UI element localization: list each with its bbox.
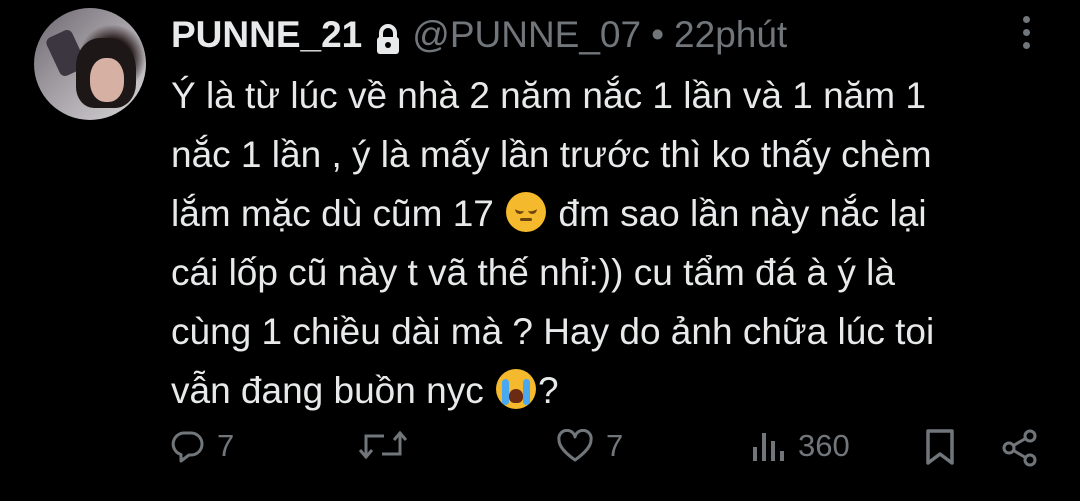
separator-dot: • (651, 14, 665, 55)
action-bar: 7 7 360 (0, 428, 1080, 478)
like-button[interactable]: 7 (556, 428, 623, 464)
like-icon (556, 429, 594, 463)
views-button[interactable]: 360 (750, 428, 850, 464)
post-text-line: Ý là từ lúc về nhà 2 năm nắc 1 lần và 1 … (171, 75, 926, 116)
lock-icon (374, 19, 402, 54)
repost-button[interactable] (356, 428, 422, 462)
share-button[interactable] (1000, 428, 1040, 468)
loudly-crying-face-emoji (495, 369, 536, 409)
disappointed-face-emoji (506, 192, 547, 232)
post-text-segment: lắm mặc dù cũm 17 (171, 193, 494, 234)
view-count: 360 (798, 428, 850, 463)
avatar-face (90, 58, 124, 102)
bookmark-icon (923, 428, 957, 466)
post-text-line: cái lốp cũ này t vã thế nhỉ:)) cu tẩm đá… (171, 252, 895, 293)
share-icon (1000, 428, 1040, 468)
user-handle[interactable]: @PUNNE_07 (412, 10, 641, 60)
post-text-line: nắc 1 lần , ý là mấy lần trước thì ko th… (171, 134, 932, 175)
reply-button[interactable]: 7 (171, 428, 234, 464)
post-header: PUNNE_21 @PUNNE_07 • 22phút (171, 10, 787, 60)
post-text-segment: ? (537, 370, 559, 411)
post-time[interactable]: 22phút (674, 10, 787, 60)
reply-icon (171, 429, 205, 463)
avatar[interactable] (34, 8, 146, 120)
views-icon (750, 429, 786, 463)
post-text-line: cùng 1 chiều dài mà ? Hay do ảnh chữa lú… (171, 311, 935, 352)
post-text: Ý là từ lúc về nhà 2 năm nắc 1 lần và 1 … (171, 66, 1051, 420)
like-count: 7 (606, 428, 624, 463)
post-text-line: lắm mặc dù cũm 17 đm sao lần này nắc lại (171, 184, 1051, 243)
post-text-segment: vẫn đang buồn nyc (171, 370, 484, 411)
repost-icon (356, 428, 410, 462)
display-name[interactable]: PUNNE_21 (171, 10, 362, 60)
post-text-line: vẫn đang buồn nyc ? (171, 361, 1051, 420)
reply-count: 7 (217, 428, 235, 463)
more-icon[interactable] (1018, 16, 1034, 56)
post-text-segment: đm sao lần này nắc lại (558, 193, 927, 234)
bookmark-button[interactable] (923, 428, 957, 466)
